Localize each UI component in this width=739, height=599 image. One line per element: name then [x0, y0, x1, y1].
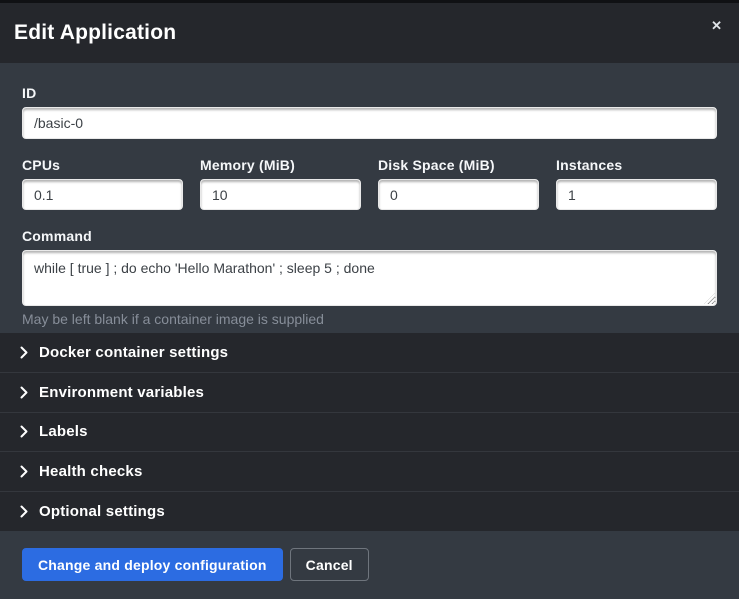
memory-label: Memory (MiB): [200, 157, 361, 173]
disk-label: Disk Space (MiB): [378, 157, 539, 173]
section-docker-container-settings[interactable]: Docker container settings: [0, 333, 739, 372]
instances-input[interactable]: [556, 179, 717, 210]
cancel-button[interactable]: Cancel: [290, 548, 369, 581]
application-form: ID CPUs Memory (MiB) Disk Space (MiB) In…: [0, 63, 739, 333]
collapsible-sections: Docker container settings Environment va…: [0, 333, 739, 531]
cpus-label: CPUs: [22, 157, 183, 173]
id-label: ID: [22, 85, 717, 101]
chevron-right-icon: [20, 506, 30, 518]
section-label: Health checks: [39, 463, 142, 480]
modal-title: Edit Application: [14, 21, 176, 45]
chevron-right-icon: [20, 346, 30, 358]
disk-input[interactable]: [378, 179, 539, 210]
section-health-checks[interactable]: Health checks: [0, 451, 739, 491]
section-optional-settings[interactable]: Optional settings: [0, 491, 739, 531]
section-label: Docker container settings: [39, 344, 228, 361]
memory-field-group: Memory (MiB): [200, 157, 361, 210]
modal-header: Edit Application ✕: [0, 3, 739, 63]
id-field-group: ID: [22, 85, 717, 139]
section-environment-variables[interactable]: Environment variables: [0, 372, 739, 412]
close-icon[interactable]: ✕: [709, 17, 724, 34]
edit-application-modal: Edit Application ✕ ID CPUs Memory (MiB) …: [0, 0, 739, 599]
chevron-right-icon: [20, 466, 30, 478]
instances-field-group: Instances: [556, 157, 717, 210]
disk-field-group: Disk Space (MiB): [378, 157, 539, 210]
change-and-deploy-button[interactable]: Change and deploy configuration: [22, 548, 283, 581]
command-label: Command: [22, 228, 717, 244]
id-input[interactable]: [22, 107, 717, 139]
command-help-text: May be left blank if a container image i…: [22, 311, 717, 327]
section-label: Optional settings: [39, 503, 165, 520]
resources-row: CPUs Memory (MiB) Disk Space (MiB) Insta…: [22, 157, 717, 210]
section-label: Labels: [39, 423, 88, 440]
instances-label: Instances: [556, 157, 717, 173]
chevron-right-icon: [20, 386, 30, 398]
memory-input[interactable]: [200, 179, 361, 210]
chevron-right-icon: [20, 426, 30, 438]
command-field-group: Command while [ true ] ; do echo 'Hello …: [22, 228, 717, 327]
cpus-input[interactable]: [22, 179, 183, 210]
cpus-field-group: CPUs: [22, 157, 183, 210]
modal-footer: Change and deploy configuration Cancel: [0, 531, 739, 599]
section-label: Environment variables: [39, 384, 204, 401]
section-labels[interactable]: Labels: [0, 412, 739, 452]
command-textarea[interactable]: while [ true ] ; do echo 'Hello Marathon…: [22, 250, 717, 306]
